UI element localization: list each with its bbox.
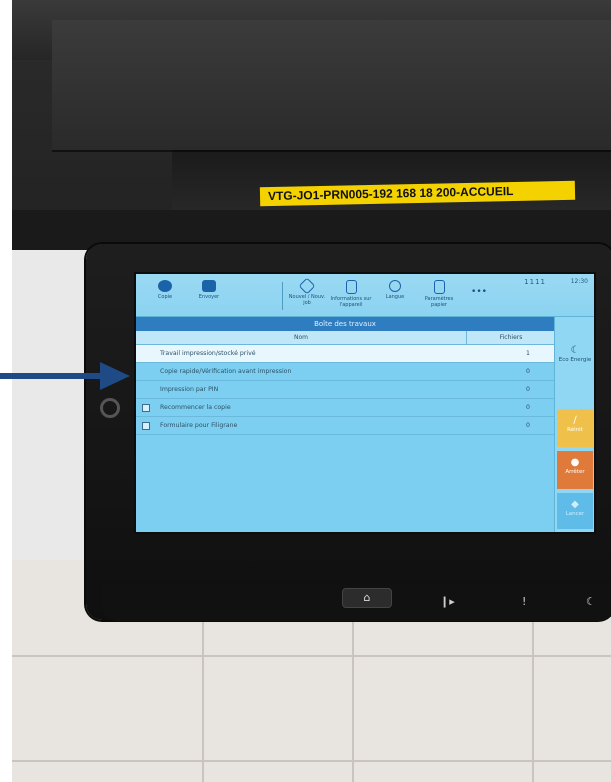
moon-icon: ☾ bbox=[570, 345, 580, 356]
stop-icon: ● bbox=[570, 457, 580, 468]
new-job-button[interactable]: Nouvel / Nouv. job bbox=[286, 277, 328, 312]
globe-icon bbox=[389, 280, 401, 292]
send-button[interactable]: Envoyer bbox=[188, 278, 230, 312]
paper-icon bbox=[433, 280, 445, 294]
copy-button[interactable]: Copie bbox=[144, 278, 186, 312]
stop-button[interactable]: ● Arrêter bbox=[557, 451, 593, 489]
function-bar-separator bbox=[282, 282, 283, 310]
annotation-arrow bbox=[0, 362, 130, 390]
job-box-title: Boîte des travaux bbox=[136, 317, 554, 331]
wall bbox=[12, 250, 92, 570]
attention-indicator: ! bbox=[522, 595, 527, 608]
recopy-icon bbox=[142, 404, 150, 412]
language-button[interactable]: Langue bbox=[374, 278, 416, 312]
side-action-column: ☾ Eco Energie ∕ Réinit ● Arrêter ◆ Lance… bbox=[554, 317, 594, 532]
start-button[interactable]: ◆ Lancer bbox=[557, 493, 593, 529]
paper-settings-button[interactable]: Paramètres papier bbox=[418, 278, 460, 312]
job-list-header: Nom Fichiers bbox=[136, 331, 554, 345]
info-icon bbox=[345, 280, 357, 294]
status-indicators: 1111 bbox=[524, 278, 546, 286]
nfc-reader-icon bbox=[100, 398, 120, 418]
column-header-files[interactable]: Fichiers bbox=[466, 331, 555, 344]
start-icon: ◆ bbox=[571, 499, 579, 510]
arrow-head bbox=[100, 362, 130, 390]
menu-hardware-key[interactable]: ❙▸ bbox=[440, 596, 455, 608]
send-icon bbox=[202, 280, 216, 292]
copy-icon bbox=[158, 280, 172, 292]
home-hardware-button[interactable]: ⌂ bbox=[342, 588, 392, 608]
list-item-repeat-copy[interactable]: Recommencer la copie 0 bbox=[136, 399, 554, 417]
function-bar: Copie Envoyer Nouvel / Nouv. job Informa… bbox=[136, 274, 594, 317]
list-item-quick-copy[interactable]: Copie rapide/Vérification avant impressi… bbox=[136, 363, 554, 381]
new-job-icon bbox=[298, 277, 316, 295]
column-header-name[interactable]: Nom bbox=[136, 331, 466, 344]
tile-line bbox=[12, 655, 611, 657]
form-icon bbox=[142, 422, 150, 430]
device-info-button[interactable]: Informations sur l'appareil bbox=[330, 278, 372, 312]
list-item-watermark-form[interactable]: Formulaire pour Filigrane 0 bbox=[136, 417, 554, 435]
list-item-private-print[interactable]: Travail impression/stocké privé 1 bbox=[136, 345, 554, 363]
tile-line bbox=[12, 760, 611, 762]
reset-button[interactable]: ∕ Réinit bbox=[557, 409, 593, 447]
touchscreen: Copie Envoyer Nouvel / Nouv. job Informa… bbox=[134, 272, 596, 534]
power-hardware-key[interactable]: ☾ bbox=[586, 596, 596, 608]
more-button[interactable]: ••• bbox=[458, 278, 500, 312]
energy-saver-button[interactable]: ☾ Eco Energie bbox=[557, 339, 593, 364]
reset-icon: ∕ bbox=[573, 415, 577, 426]
printer-top-panel bbox=[52, 20, 611, 152]
list-item-pin-print[interactable]: Impression par PIN 0 bbox=[136, 381, 554, 399]
clock: 12:30 bbox=[570, 278, 588, 285]
